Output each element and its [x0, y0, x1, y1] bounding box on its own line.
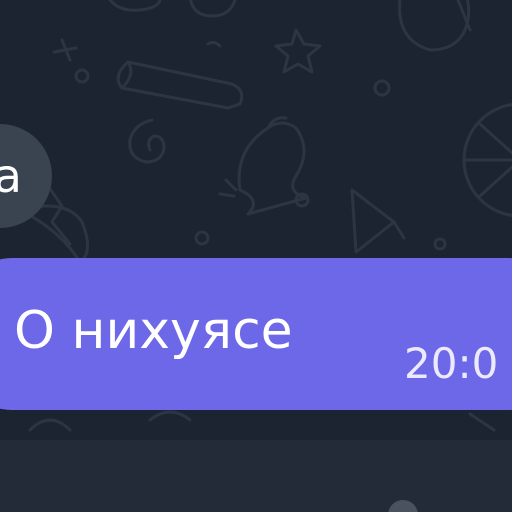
chat-screen: a О нихуясе 20:0: [0, 0, 512, 512]
message-text: О нихуясе: [14, 301, 293, 361]
avatar-letter: a: [0, 149, 22, 203]
input-bar: [0, 440, 512, 512]
message-timestamp: 20:0: [404, 339, 499, 388]
